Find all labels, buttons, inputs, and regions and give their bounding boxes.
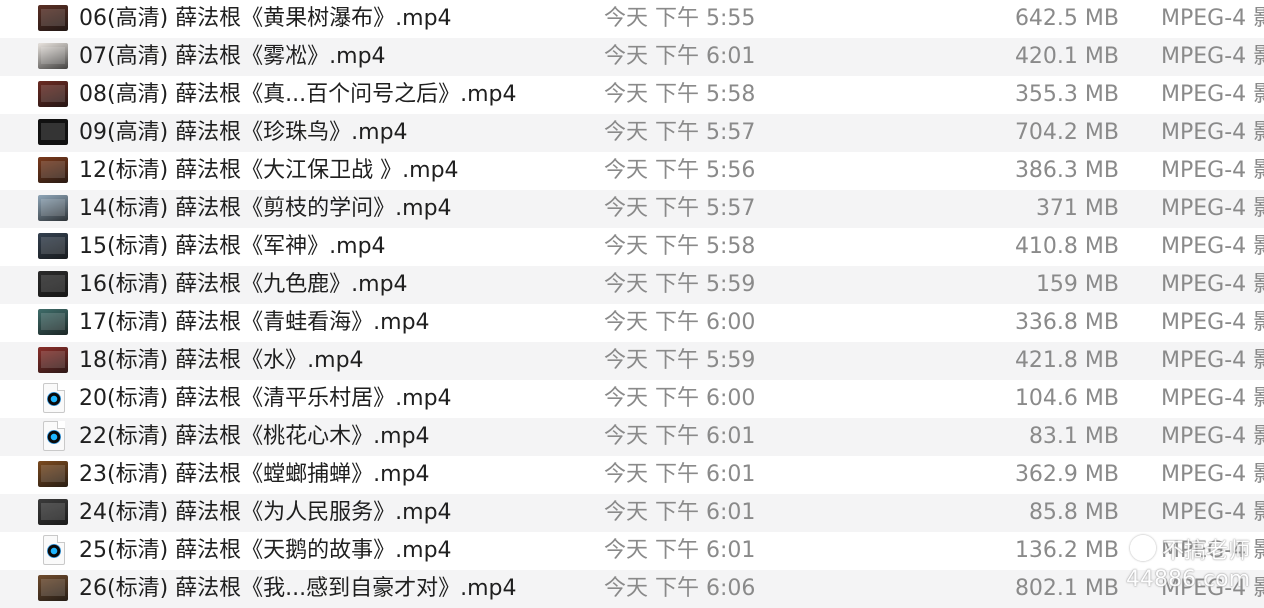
file-kind: MPEG-4 影	[1161, 234, 1264, 259]
video-thumbnail-icon	[38, 575, 68, 601]
file-date-modified: 今天 下午 5:56	[604, 158, 756, 183]
video-thumbnail-icon	[38, 5, 68, 31]
video-thumbnail-icon	[38, 119, 68, 145]
video-thumbnail-icon	[38, 81, 68, 107]
file-row[interactable]: 08(高清) 薛法根《真...百个问号之后》.mp4 今天 下午 5:58 355.…	[0, 76, 1264, 114]
file-kind: MPEG-4 影	[1161, 386, 1264, 411]
file-kind: MPEG-4 影	[1161, 310, 1264, 335]
file-date-modified: 今天 下午 5:59	[604, 348, 756, 373]
file-date-modified: 今天 下午 6:01	[604, 424, 756, 449]
file-kind: MPEG-4 影	[1161, 424, 1264, 449]
file-name: 07(高清) 薛法根《雾凇》.mp4	[79, 44, 386, 69]
video-thumbnail-icon	[38, 195, 68, 221]
file-date-modified: 今天 下午 6:01	[604, 44, 756, 69]
file-size: 136.2 MB	[1014, 538, 1119, 563]
file-row[interactable]: 14(标清) 薛法根《剪枝的学问》.mp4 今天 下午 5:57 371 MB MPE…	[0, 190, 1264, 228]
file-date-modified: 今天 下午 5:57	[604, 196, 756, 221]
file-name: 12(标清) 薛法根《大江保卫战 》.mp4	[79, 158, 459, 183]
file-date-modified: 今天 下午 6:01	[604, 462, 756, 487]
file-date-modified: 今天 下午 5:59	[604, 272, 756, 297]
file-row[interactable]: 25(标清) 薛法根《天鹅的故事》.mp4 今天 下午 6:01 136.2 MB M…	[0, 532, 1264, 570]
file-name: 18(标清) 薛法根《水》.mp4	[79, 348, 364, 373]
file-size: 104.6 MB	[1014, 386, 1119, 411]
quicktime-file-icon	[43, 535, 65, 565]
file-name: 24(标清) 薛法根《为人民服务》.mp4	[79, 500, 452, 525]
file-name: 22(标清) 薛法根《桃花心木》.mp4	[79, 424, 430, 449]
file-size: 421.8 MB	[1014, 348, 1119, 373]
file-row[interactable]: 16(标清) 薛法根《九色鹿》.mp4 今天 下午 5:59 159 MB MPEG-…	[0, 266, 1264, 304]
file-row[interactable]: 24(标清) 薛法根《为人民服务》.mp4 今天 下午 6:01 85.8 MB MP…	[0, 494, 1264, 532]
file-size: 704.2 MB	[1014, 120, 1119, 145]
file-row[interactable]: 09(高清) 薛法根《珍珠鸟》.mp4 今天 下午 5:57 704.2 MB MPE…	[0, 114, 1264, 152]
quicktime-file-icon	[43, 383, 65, 413]
file-row[interactable]: 17(标清) 薛法根《青蛙看海》.mp4 今天 下午 6:00 336.8 MB MP…	[0, 304, 1264, 342]
video-thumbnail-icon	[38, 157, 68, 183]
file-size: 802.1 MB	[1014, 576, 1119, 601]
file-size: 362.9 MB	[1014, 462, 1119, 487]
file-name: 25(标清) 薛法根《天鹅的故事》.mp4	[79, 538, 452, 563]
file-kind: MPEG-4 影	[1161, 120, 1264, 145]
watermark-line1: 不搞老师	[1126, 535, 1250, 566]
file-name: 09(高清) 薛法根《珍珠鸟》.mp4	[79, 120, 408, 145]
file-kind: MPEG-4 影	[1161, 196, 1264, 221]
file-date-modified: 今天 下午 6:01	[604, 500, 756, 525]
file-kind: MPEG-4 影	[1161, 158, 1264, 183]
file-kind: MPEG-4 影	[1161, 348, 1264, 373]
file-name: 06(高清) 薛法根《黄果树瀑布》.mp4	[79, 6, 452, 31]
file-name: 15(标清) 薛法根《军神》.mp4	[79, 234, 386, 259]
file-row[interactable]: 06(高清) 薛法根《黄果树瀑布》.mp4 今天 下午 5:55 642.5 MB M…	[0, 0, 1264, 38]
file-name: 16(标清) 薛法根《九色鹿》.mp4	[79, 272, 408, 297]
video-thumbnail-icon	[38, 233, 68, 259]
watermark-logo-icon	[1129, 535, 1156, 561]
file-row[interactable]: 18(标清) 薛法根《水》.mp4 今天 下午 5:59 421.8 MB MPEG-…	[0, 342, 1264, 380]
file-size: 159 MB	[1035, 272, 1119, 297]
file-date-modified: 今天 下午 6:06	[604, 576, 756, 601]
file-row[interactable]: 12(标清) 薛法根《大江保卫战 》.mp4 今天 下午 5:56 386.3 MB…	[0, 152, 1264, 190]
file-list: 06(高清) 薛法根《黄果树瀑布》.mp4 今天 下午 5:55 642.5 MB M…	[0, 0, 1264, 608]
file-name: 08(高清) 薛法根《真...百个问号之后》.mp4	[79, 82, 517, 107]
file-row[interactable]: 23(标清) 薛法根《螳螂捕蝉》.mp4 今天 下午 6:01 362.9 MB MP…	[0, 456, 1264, 494]
file-name: 26(标清) 薛法根《我...感到自豪才对》.mp4	[79, 576, 517, 601]
file-date-modified: 今天 下午 5:55	[604, 6, 756, 31]
file-kind: MPEG-4 影	[1161, 82, 1264, 107]
file-kind: MPEG-4 影	[1161, 500, 1264, 525]
file-kind: MPEG-4 影	[1161, 6, 1264, 31]
file-name: 23(标清) 薛法根《螳螂捕蝉》.mp4	[79, 462, 430, 487]
video-thumbnail-icon	[38, 309, 68, 335]
file-row[interactable]: 15(标清) 薛法根《军神》.mp4 今天 下午 5:58 410.8 MB MPEG…	[0, 228, 1264, 266]
quicktime-file-icon	[43, 421, 65, 451]
file-kind: MPEG-4 影	[1161, 272, 1264, 297]
video-thumbnail-icon	[38, 271, 68, 297]
file-size: 83.1 MB	[1028, 424, 1119, 449]
video-thumbnail-icon	[38, 499, 68, 525]
file-row[interactable]: 07(高清) 薛法根《雾凇》.mp4 今天 下午 6:01 420.1 MB MPEG…	[0, 38, 1264, 76]
file-date-modified: 今天 下午 5:58	[604, 234, 756, 259]
video-thumbnail-icon	[38, 347, 68, 373]
file-kind: MPEG-4 影	[1161, 44, 1264, 69]
file-name: 20(标清) 薛法根《清平乐村居》.mp4	[79, 386, 452, 411]
file-size: 371 MB	[1035, 196, 1119, 221]
file-row[interactable]: 20(标清) 薛法根《清平乐村居》.mp4 今天 下午 6:00 104.6 MB M…	[0, 380, 1264, 418]
file-size: 336.8 MB	[1014, 310, 1119, 335]
file-size: 410.8 MB	[1014, 234, 1119, 259]
file-name: 14(标清) 薛法根《剪枝的学问》.mp4	[79, 196, 452, 221]
file-row[interactable]: 22(标清) 薛法根《桃花心木》.mp4 今天 下午 6:01 83.1 MB MPE…	[0, 418, 1264, 456]
file-size: 642.5 MB	[1014, 6, 1119, 31]
watermark: 不搞老师 44886.com	[1126, 535, 1250, 594]
video-thumbnail-icon	[38, 43, 68, 69]
file-date-modified: 今天 下午 6:00	[604, 386, 756, 411]
file-date-modified: 今天 下午 5:57	[604, 120, 756, 145]
file-size: 386.3 MB	[1014, 158, 1119, 183]
file-size: 355.3 MB	[1014, 82, 1119, 107]
file-size: 85.8 MB	[1028, 500, 1119, 525]
file-date-modified: 今天 下午 6:01	[604, 538, 756, 563]
file-date-modified: 今天 下午 6:00	[604, 310, 756, 335]
file-kind: MPEG-4 影	[1161, 462, 1264, 487]
file-row[interactable]: 26(标清) 薛法根《我...感到自豪才对》.mp4 今天 下午 6:06 802.…	[0, 570, 1264, 608]
file-date-modified: 今天 下午 5:58	[604, 82, 756, 107]
file-name: 17(标清) 薛法根《青蛙看海》.mp4	[79, 310, 430, 335]
file-size: 420.1 MB	[1014, 44, 1119, 69]
watermark-line2: 44886.com	[1126, 567, 1250, 592]
video-thumbnail-icon	[38, 461, 68, 487]
